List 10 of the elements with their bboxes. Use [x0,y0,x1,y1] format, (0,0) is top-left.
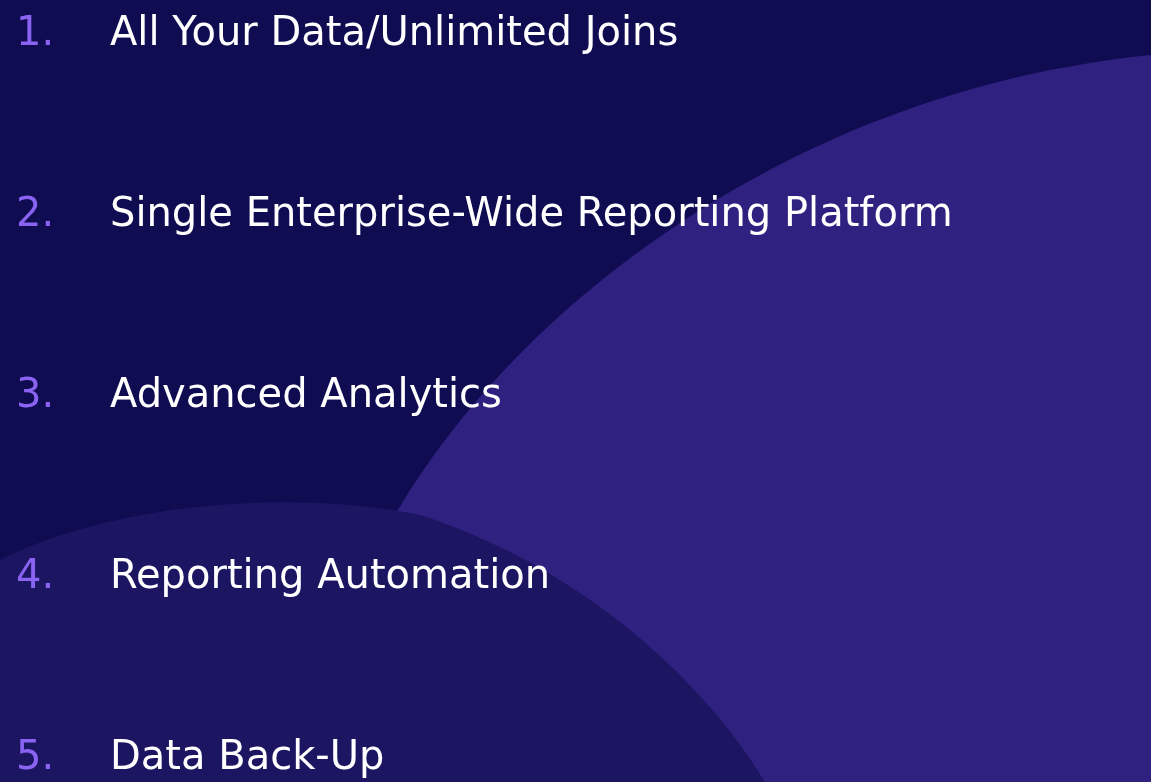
list-number: 2. [16,188,56,237]
list-number: 3. [16,369,56,418]
list-item-label: Single Enterprise-Wide Reporting Platform [110,188,953,237]
list-item-label: Data Back-Up [110,731,385,780]
list-item-label: All Your Data/Unlimited Joins [110,7,679,56]
list-number: 5. [16,731,56,780]
list-number: 4. [16,550,56,599]
list-item-label: Reporting Automation [110,550,551,599]
list-number: 1. [16,7,56,56]
list-item-label: Advanced Analytics [110,369,502,418]
